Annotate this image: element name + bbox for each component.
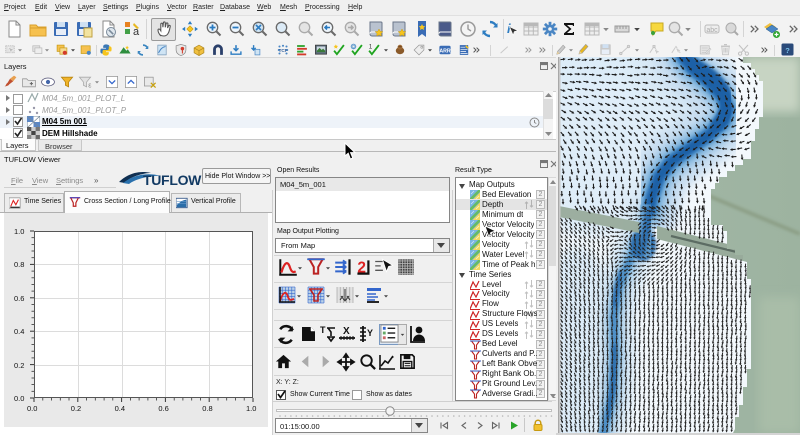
svg-text:T: T [320, 325, 326, 335]
svg-text:Q: Q [352, 44, 356, 50]
svg-text:ARR: ARR [439, 48, 451, 54]
svg-text:abc: abc [706, 27, 718, 34]
svg-text:Y: Y [367, 328, 373, 338]
svg-text:1: 1 [369, 44, 373, 51]
svg-text:X: X [343, 326, 350, 337]
svg-text:?: ? [785, 46, 790, 55]
